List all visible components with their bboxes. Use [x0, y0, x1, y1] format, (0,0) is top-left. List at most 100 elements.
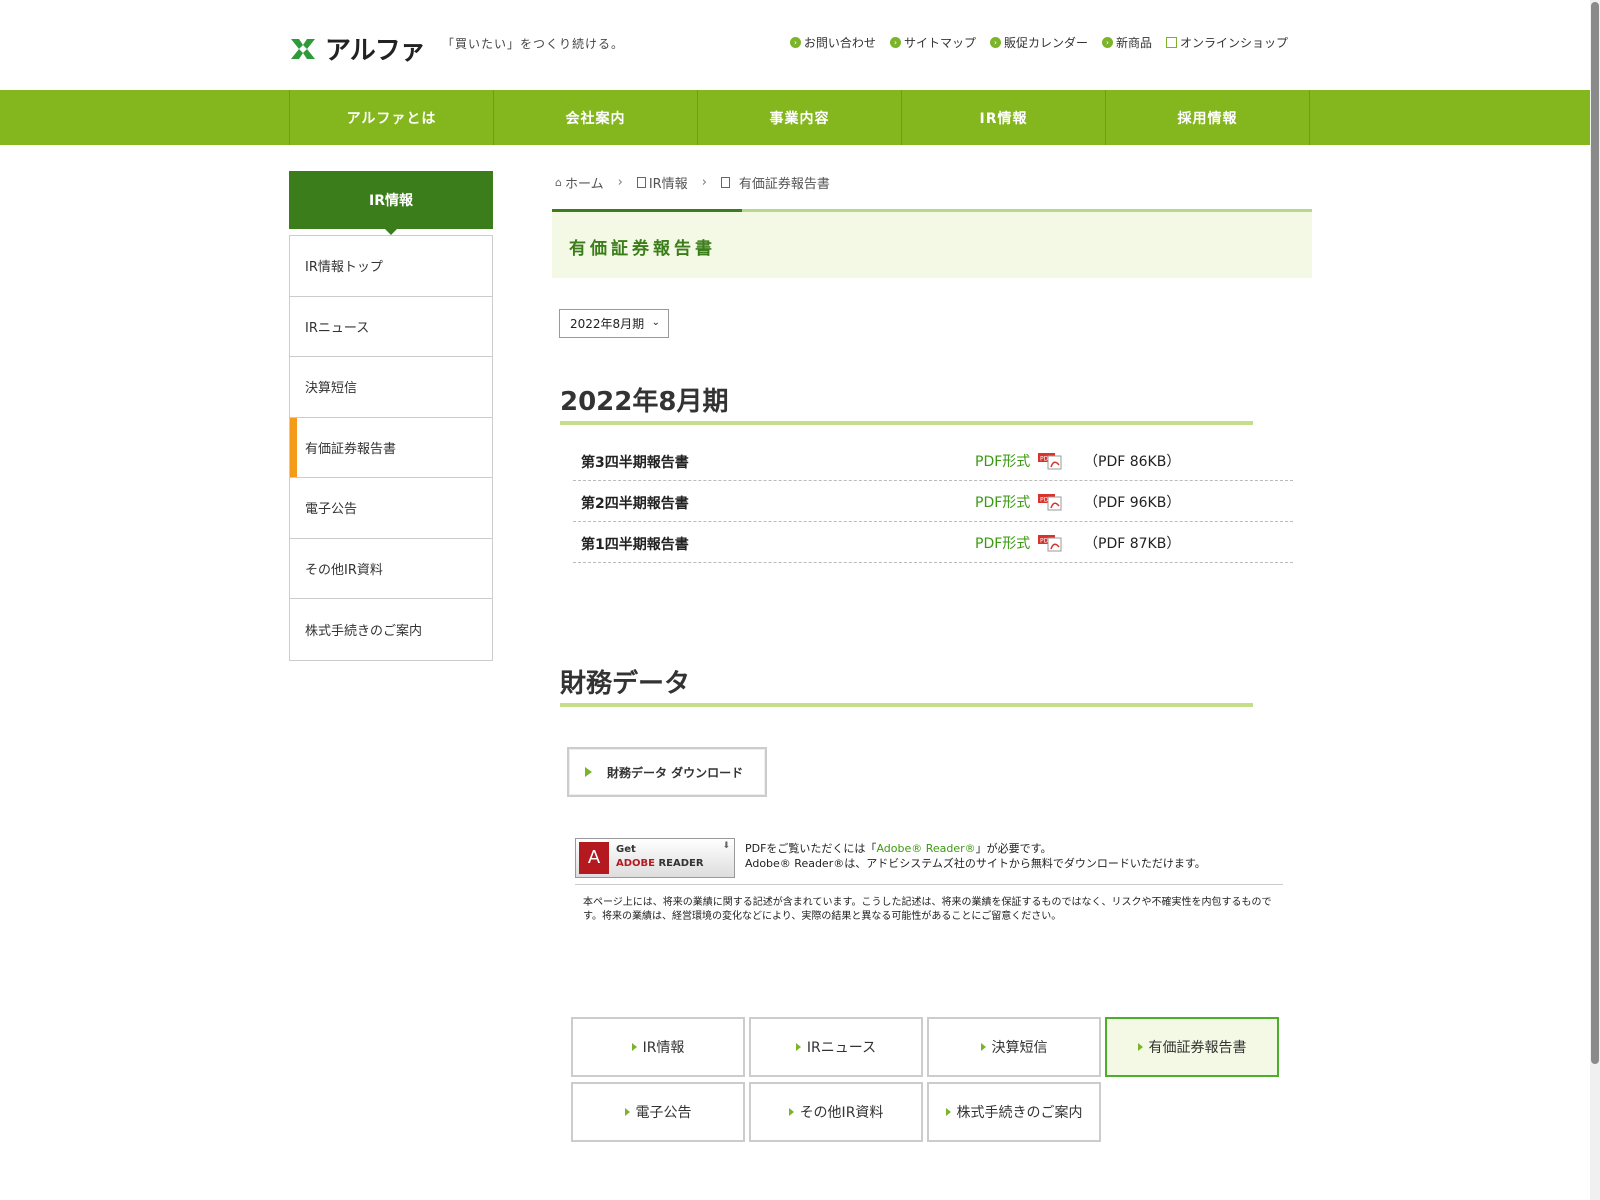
bottom-nav-label: IRニュース: [806, 1040, 877, 1056]
logo-text: アルファ: [325, 36, 426, 66]
triangle-right-icon: [795, 1043, 801, 1051]
new-products-link-label: 新商品: [1115, 36, 1152, 50]
adobe-notice-pre: PDFをご覧いただくには「: [745, 842, 877, 855]
bottom-nav-earnings[interactable]: 決算短信: [927, 1017, 1101, 1077]
page-title: 有価証券報告書: [569, 239, 716, 259]
report-name: 第1四半期報告書: [581, 537, 689, 553]
sidebar-heading[interactable]: IR情報: [289, 171, 493, 235]
gnav-item-business[interactable]: 事業内容: [698, 90, 902, 145]
pdf-link[interactable]: PDF形式: [975, 451, 1030, 471]
table-row: 第1四半期報告書 PDF形式 PDF （PDF 87KB）: [573, 522, 1293, 563]
sidebar-item-securities-report[interactable]: 有価証券報告書: [290, 417, 492, 478]
sidebar-item-public-notice[interactable]: 電子公告: [290, 478, 492, 539]
bottom-nav-public-notice[interactable]: 電子公告: [571, 1082, 745, 1142]
sidebar-item-other-ir[interactable]: その他IR資料: [290, 539, 492, 599]
divider: [575, 884, 1283, 885]
new-products-link[interactable]: › 新商品: [1101, 34, 1152, 51]
sidebar-item-ir-top[interactable]: IR情報トップ: [290, 236, 492, 297]
bottom-nav-label: 電子公告: [635, 1105, 692, 1121]
file-size: （PDF 86KB）: [1084, 454, 1181, 470]
report-name: 第3四半期報告書: [581, 455, 689, 471]
bottom-nav-label: IR情報: [642, 1040, 685, 1056]
get-adobe-reader-badge[interactable]: A Get ADOBE READER ⬇: [575, 838, 735, 878]
gnav-item-company[interactable]: 会社案内: [494, 90, 698, 145]
download-arrow-icon: ⬇: [722, 841, 730, 851]
utility-links: › お問い合わせ › サイトマップ › 販促カレンダー › 新商品 オンラインシ…: [789, 34, 1288, 51]
sidebar-item-stock-procedures[interactable]: 株式手続きのご案内: [290, 599, 492, 660]
triangle-right-icon: [585, 767, 592, 777]
sitemap-link-label: サイトマップ: [903, 36, 976, 50]
sidebar-item-earnings[interactable]: 決算短信: [290, 357, 492, 418]
document-icon: [636, 177, 646, 188]
bottom-nav-label: 株式手続きのご案内: [956, 1105, 1083, 1121]
chevron-right-icon: ›: [701, 175, 707, 190]
breadcrumb: ⌂ ホーム › IR情報 › 有価証券報告書: [555, 173, 830, 192]
global-nav: アルファとは 会社案内 事業内容 IR情報 採用情報: [0, 90, 1600, 145]
triangle-right-icon: [624, 1108, 630, 1116]
bottom-nav-label: その他IR資料: [799, 1105, 884, 1121]
financial-data-download-button[interactable]: 財務データ ダウンロード: [567, 747, 767, 797]
gnav-item-about[interactable]: アルファとは: [290, 90, 494, 145]
promo-calendar-link[interactable]: › 販促カレンダー: [989, 34, 1088, 51]
table-row: 第3四半期報告書 PDF形式 PDF （PDF 86KB）: [573, 440, 1293, 481]
arrow-circle-icon: ›: [789, 37, 801, 48]
financial-section-heading: 財務データ: [560, 669, 691, 699]
breadcrumb-home[interactable]: ⌂ ホーム: [555, 173, 604, 192]
chevron-right-icon: ›: [617, 175, 623, 190]
arrow-circle-icon: ›: [889, 37, 901, 48]
bottom-nav-securities-report[interactable]: 有価証券報告書: [1105, 1017, 1279, 1077]
online-shop-link[interactable]: オンラインショップ: [1165, 34, 1288, 51]
pdf-icon[interactable]: PDF: [1038, 491, 1062, 511]
site-logo[interactable]: アルファ: [289, 30, 426, 67]
breadcrumb-current-label: 有価証券報告書: [738, 177, 830, 192]
bottom-nav-other-ir[interactable]: その他IR資料: [749, 1082, 923, 1142]
scrollbar-thumb[interactable]: [1591, 2, 1599, 1064]
table-row: 第2四半期報告書 PDF形式 PDF （PDF 96KB）: [573, 481, 1293, 522]
title-accent-bar: [552, 209, 742, 212]
triangle-right-icon: [980, 1043, 986, 1051]
report-name: 第2四半期報告書: [581, 496, 689, 512]
contact-link[interactable]: › お問い合わせ: [789, 34, 876, 51]
adobe-brand: ADOBE: [616, 858, 655, 869]
section-underline: [560, 421, 1253, 425]
promo-calendar-link-label: 販促カレンダー: [1003, 36, 1088, 50]
logo-mark-icon: [291, 38, 315, 59]
file-size: （PDF 87KB）: [1084, 536, 1181, 552]
pdf-icon[interactable]: PDF: [1038, 532, 1062, 552]
gnav-item-ir[interactable]: IR情報: [902, 90, 1106, 145]
bottom-nav-ir-news[interactable]: IRニュース: [749, 1017, 923, 1077]
financial-data-download-label: 財務データ ダウンロード: [607, 765, 744, 780]
breadcrumb-home-label: ホーム: [564, 177, 604, 192]
sidebar-item-ir-news[interactable]: IRニュース: [290, 297, 492, 357]
breadcrumb-current: 有価証券報告書: [720, 173, 830, 192]
online-shop-link-label: オンラインショップ: [1179, 36, 1288, 50]
bottom-nav-label: 有価証券報告書: [1148, 1040, 1247, 1056]
pdf-link[interactable]: PDF形式: [975, 533, 1030, 553]
triangle-right-icon: [788, 1108, 794, 1116]
bottom-nav-stock-procedures[interactable]: 株式手続きのご案内: [927, 1082, 1101, 1142]
triangle-right-icon: [1137, 1043, 1143, 1051]
breadcrumb-ir-label: IR情報: [648, 177, 688, 192]
report-section-heading: 2022年8月期: [560, 387, 729, 417]
bottom-nav-ir[interactable]: IR情報: [571, 1017, 745, 1077]
gnav-item-recruit[interactable]: 採用情報: [1106, 90, 1310, 145]
report-table: 第3四半期報告書 PDF形式 PDF （PDF 86KB） 第2四半期報告書 P…: [573, 440, 1293, 563]
page-scrollbar[interactable]: [1590, 0, 1600, 1200]
year-select[interactable]: 2022年8月期 ⌄: [559, 309, 669, 338]
bottom-ir-nav: IR情報 IRニュース 決算短信 有価証券報告書 電子公告 その他IR資料 株式…: [571, 1017, 1281, 1142]
adobe-notice: PDFをご覧いただくには「Adobe® Reader®」が必要です。 Adobe…: [745, 841, 1206, 871]
external-link-icon: [1165, 37, 1177, 48]
pdf-link[interactable]: PDF形式: [975, 492, 1030, 512]
home-icon: ⌂: [555, 176, 562, 189]
adobe-reader-label: ADOBE READER: [616, 858, 704, 869]
breadcrumb-ir[interactable]: IR情報: [636, 173, 688, 192]
adobe-reader-link[interactable]: Adobe® Reader®: [876, 842, 975, 855]
contact-link-label: お問い合わせ: [803, 36, 876, 50]
pdf-icon[interactable]: PDF: [1038, 450, 1062, 470]
document-icon: [720, 177, 730, 188]
chevron-down-icon: ⌄: [651, 317, 660, 328]
adobe-get-label: Get: [616, 844, 636, 855]
year-select-value: 2022年8月期: [570, 317, 645, 331]
file-size: （PDF 96KB）: [1084, 495, 1181, 511]
sitemap-link[interactable]: › サイトマップ: [889, 34, 976, 51]
